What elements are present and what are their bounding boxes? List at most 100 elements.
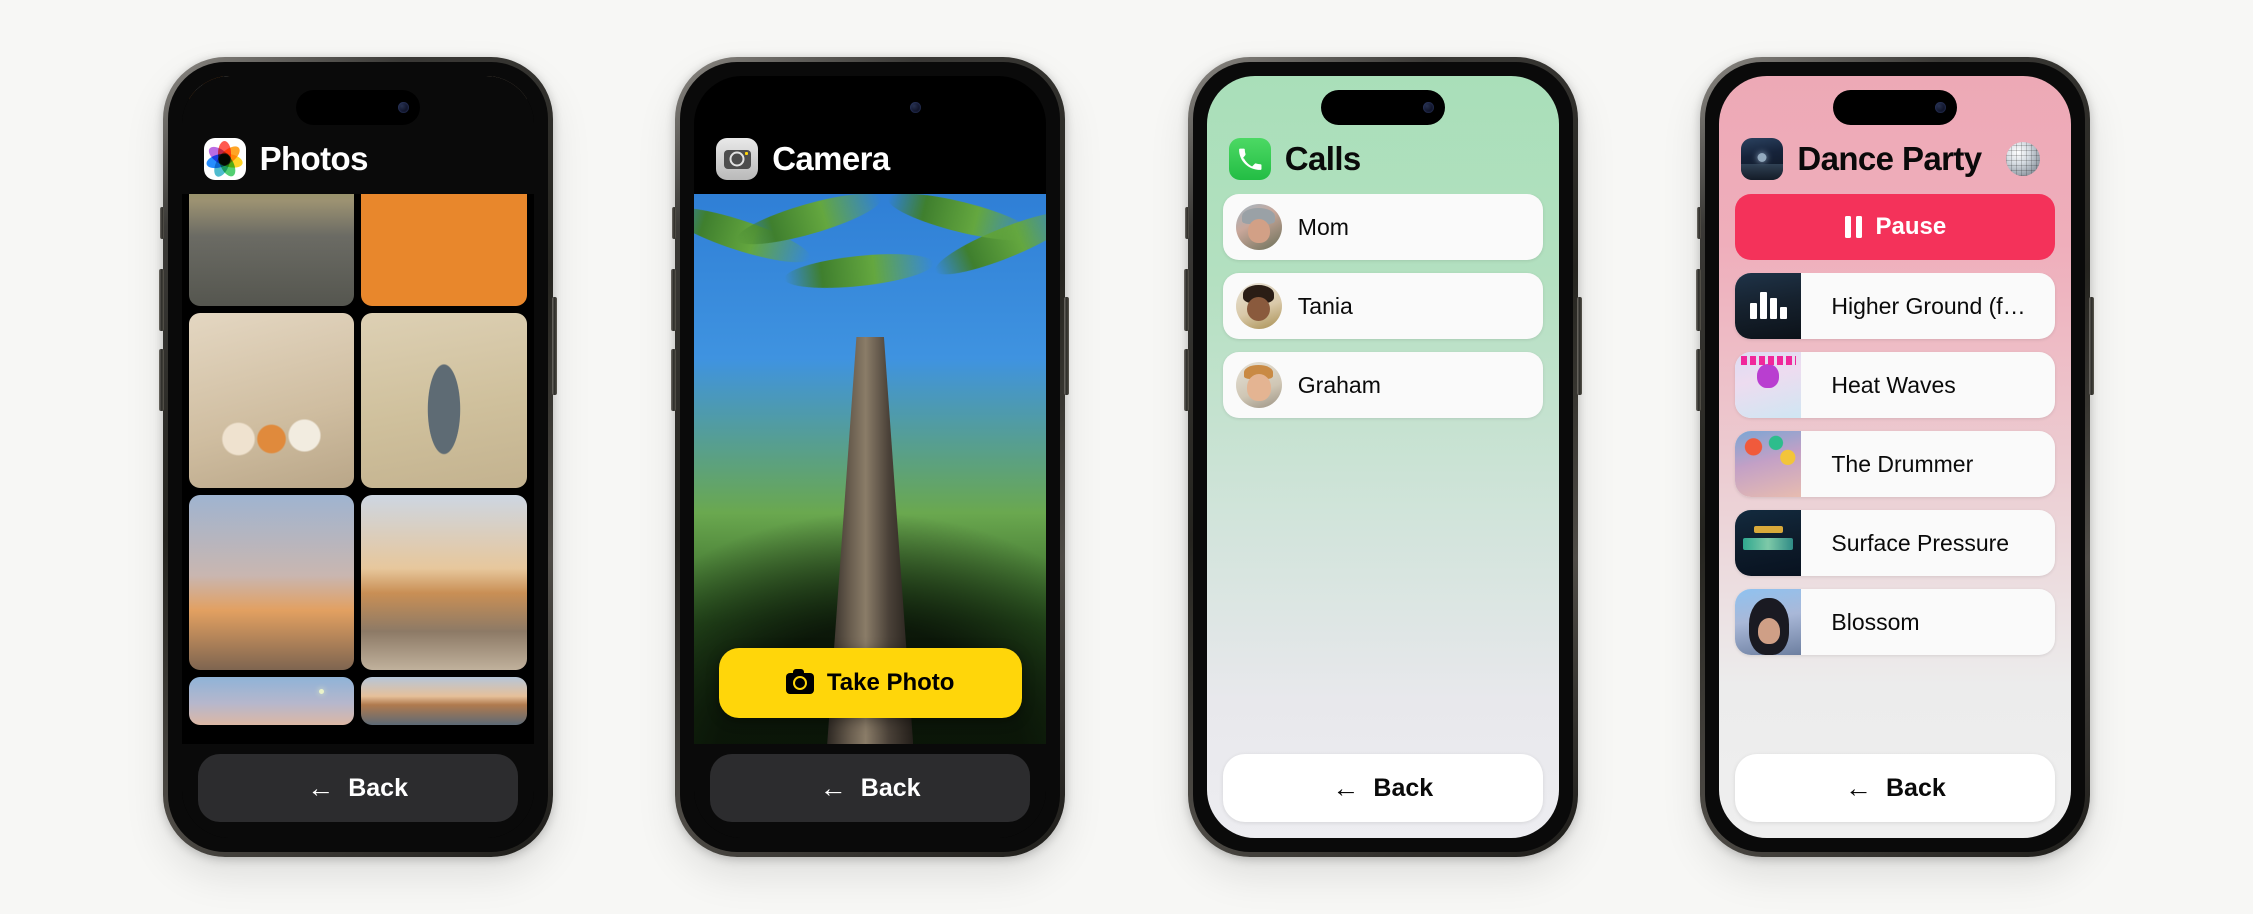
pause-icon xyxy=(1844,216,1862,238)
phone-bezel: Camera Take Photo ← Back xyxy=(680,62,1061,852)
list-item[interactable]: Higher Ground (f… xyxy=(1735,273,2056,339)
song-title: Heat Waves xyxy=(1831,371,1956,398)
volume-down-button[interactable] xyxy=(158,349,164,411)
bottom-bar: ← Back xyxy=(694,744,1047,838)
photo-thumbnail[interactable] xyxy=(188,677,355,725)
power-button[interactable] xyxy=(1576,297,1582,395)
arrow-left-icon: ← xyxy=(307,772,335,803)
photos-icon xyxy=(203,138,246,180)
photo-thumbnail[interactable] xyxy=(361,313,527,488)
avatar xyxy=(1235,204,1282,250)
phone-device-calls: Calls Mom Tania Graham ← Back xyxy=(1183,57,1582,857)
screen-photos: Photos ← Back xyxy=(181,76,534,838)
power-button[interactable] xyxy=(1064,297,1070,395)
phone-mockup-row: Photos ← Back Camera Take Photo ← Back C… xyxy=(0,0,2253,914)
album-art-the-drummer xyxy=(1735,431,1802,497)
contact-name: Mom xyxy=(1297,213,1349,240)
page-title: Photos xyxy=(259,140,369,177)
arrow-left-icon: ← xyxy=(1332,772,1360,803)
song-title: Surface Pressure xyxy=(1831,529,2010,556)
avatar xyxy=(1235,362,1282,408)
screen-calls: Calls Mom Tania Graham ← Back xyxy=(1206,76,1559,838)
silent-switch[interactable] xyxy=(672,207,677,239)
photo-thumbnail[interactable] xyxy=(361,495,527,670)
song-title: Blossom xyxy=(1831,608,1920,635)
pause-button-label: Pause xyxy=(1875,213,1947,240)
phone-icon xyxy=(1228,138,1271,180)
page-title: Calls xyxy=(1284,140,1361,177)
volume-up-button[interactable] xyxy=(671,269,677,331)
pause-button[interactable]: Pause xyxy=(1735,194,2056,260)
list-item[interactable]: Tania xyxy=(1222,273,1543,339)
song-title: Higher Ground (f… xyxy=(1831,292,2026,319)
dynamic-island xyxy=(1320,90,1445,125)
screen-music: Dance Party Pause Higher Ground (f… Heat… xyxy=(1719,76,2072,838)
silent-switch[interactable] xyxy=(1697,207,1702,239)
song-list: Higher Ground (f… Heat Waves The Drummer… xyxy=(1719,273,2071,744)
take-photo-button[interactable]: Take Photo xyxy=(718,648,1022,718)
album-art-higher-ground xyxy=(1735,273,1802,339)
power-button[interactable] xyxy=(551,297,557,395)
dynamic-island xyxy=(808,90,933,125)
page-title: Camera xyxy=(772,140,890,177)
front-camera-icon xyxy=(1422,102,1434,113)
volume-down-button[interactable] xyxy=(1183,349,1189,411)
front-camera-icon xyxy=(910,102,922,113)
album-art-heat-waves xyxy=(1735,352,1802,418)
list-item[interactable]: Graham xyxy=(1222,352,1543,418)
dynamic-island xyxy=(1833,90,1958,125)
list-item[interactable]: Heat Waves xyxy=(1735,352,2056,418)
silent-switch[interactable] xyxy=(1184,207,1189,239)
front-camera-icon xyxy=(397,102,409,113)
arrow-left-icon: ← xyxy=(1844,772,1872,803)
back-button[interactable]: ← Back xyxy=(1222,754,1543,822)
photo-thumbnail[interactable] xyxy=(188,313,355,488)
photo-thumbnail[interactable] xyxy=(361,677,527,725)
phone-bezel: Dance Party Pause Higher Ground (f… Heat… xyxy=(1705,62,2086,852)
list-item[interactable]: Mom xyxy=(1222,194,1543,260)
front-camera-icon xyxy=(1935,102,1947,113)
back-button-label: Back xyxy=(1885,773,1946,802)
back-button[interactable]: ← Back xyxy=(710,754,1031,822)
disco-ball-icon xyxy=(2005,142,2040,176)
album-art-blossom xyxy=(1735,589,1802,655)
back-button-label: Back xyxy=(860,773,921,802)
list-item[interactable]: Surface Pressure xyxy=(1735,510,2056,576)
back-button-label: Back xyxy=(1373,773,1434,802)
phone-bezel: Calls Mom Tania Graham ← Back xyxy=(1192,62,1573,852)
phone-device-music: Dance Party Pause Higher Ground (f… Heat… xyxy=(1696,57,2095,857)
volume-up-button[interactable] xyxy=(1696,269,1702,331)
contact-list: Mom Tania Graham xyxy=(1207,194,1559,744)
list-item[interactable]: The Drummer xyxy=(1735,431,2056,497)
contact-name: Tania xyxy=(1297,292,1353,319)
photo-thumbnail[interactable] xyxy=(188,495,355,670)
phone-bezel: Photos ← Back xyxy=(167,62,548,852)
avatar xyxy=(1235,283,1282,329)
camera-icon xyxy=(716,138,759,180)
volume-down-button[interactable] xyxy=(671,349,677,411)
bottom-bar: ← Back xyxy=(1719,744,2071,838)
bottom-bar: ← Back xyxy=(1207,744,1559,838)
camera-icon xyxy=(785,668,814,694)
volume-up-button[interactable] xyxy=(158,269,164,331)
back-button[interactable]: ← Back xyxy=(197,754,518,822)
phone-device-photos: Photos ← Back xyxy=(158,57,557,857)
camera-viewfinder[interactable]: Take Photo xyxy=(694,194,1047,744)
bottom-bar: ← Back xyxy=(181,744,534,838)
song-title: The Drummer xyxy=(1831,450,1974,477)
back-button-label: Back xyxy=(348,773,408,802)
volume-up-button[interactable] xyxy=(1183,269,1189,331)
back-button[interactable]: ← Back xyxy=(1735,754,2056,822)
contact-name: Graham xyxy=(1297,371,1381,398)
take-photo-label: Take Photo xyxy=(826,669,955,696)
screen-camera: Camera Take Photo ← Back xyxy=(694,76,1047,838)
album-art-encanto xyxy=(1735,510,1802,576)
page-title: Dance Party xyxy=(1797,140,1982,177)
power-button[interactable] xyxy=(2089,297,2095,395)
volume-down-button[interactable] xyxy=(1696,349,1702,411)
silent-switch[interactable] xyxy=(159,207,164,239)
album-art-icon xyxy=(1741,138,1784,180)
dynamic-island xyxy=(295,90,420,125)
phone-device-camera: Camera Take Photo ← Back xyxy=(671,57,1070,857)
list-item[interactable]: Blossom xyxy=(1735,589,2056,655)
